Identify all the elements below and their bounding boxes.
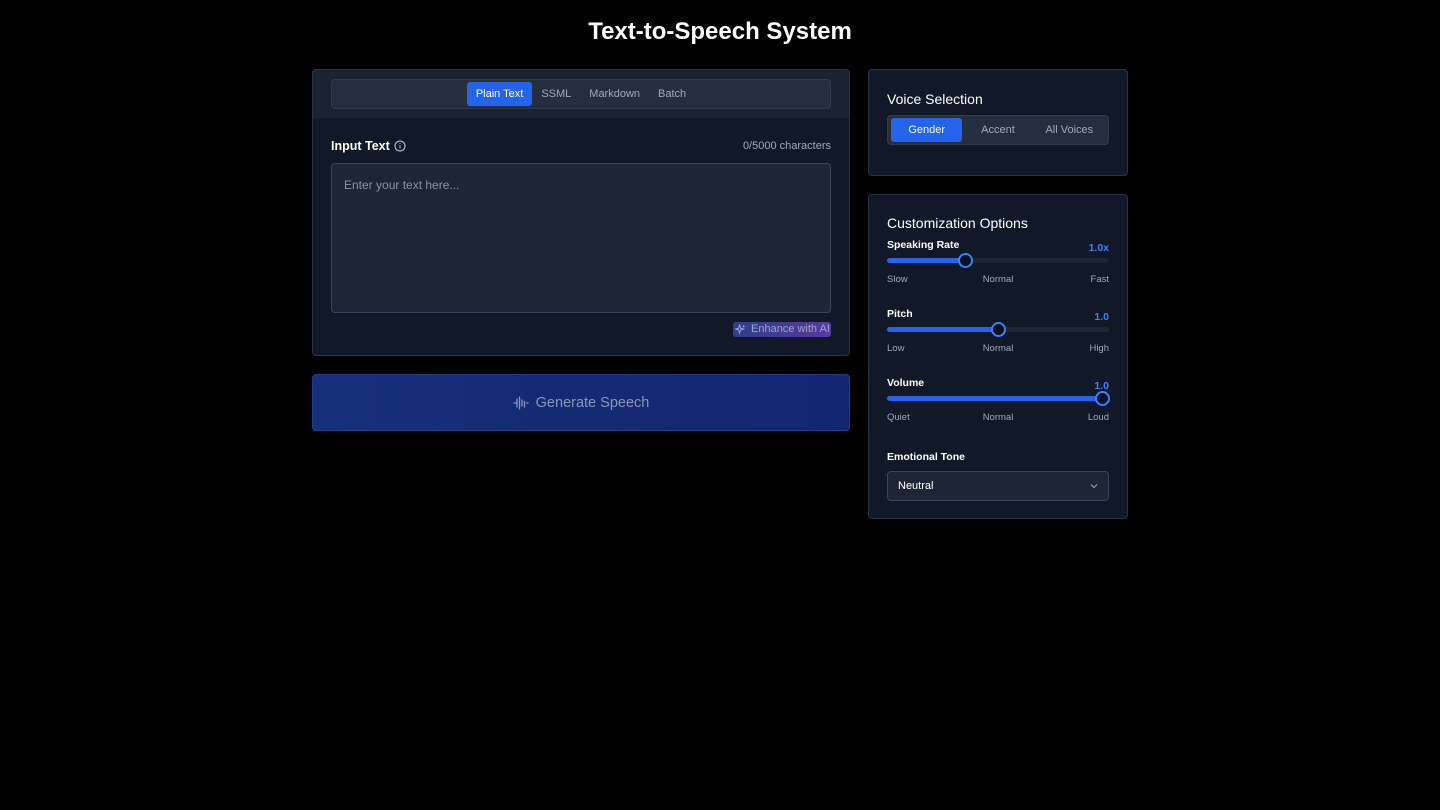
format-tabs: Plain Text SSML Markdown Batch [331, 79, 831, 109]
generate-speech-button[interactable]: Generate Speech [312, 374, 850, 431]
pitch-slider[interactable] [887, 322, 1109, 337]
volume-fill [887, 396, 1103, 401]
volume-thumb[interactable] [1095, 391, 1111, 406]
pitch-label: Pitch [887, 308, 913, 320]
scale-max-label: High [1089, 343, 1109, 354]
format-tabbar-container: Plain Text SSML Markdown Batch [313, 70, 849, 118]
voice-filter-tabs: Gender Accent All Voices [887, 115, 1109, 145]
generate-speech-label: Generate Speech [535, 394, 650, 411]
chevron-down-icon [1090, 484, 1098, 489]
customization-options-card: Customization Options Speaking Rate 1.0x… [868, 194, 1128, 519]
scale-max-label: Fast [1090, 274, 1109, 285]
scale-mid-label: Normal [982, 343, 1014, 354]
emotional-tone-value: Neutral [898, 480, 934, 492]
tab-markdown[interactable]: Markdown [580, 82, 649, 106]
pitch-value: 1.0 [1094, 311, 1109, 323]
scale-mid-label: Normal [982, 412, 1014, 423]
volume-scale: Quiet Normal Loud [887, 412, 1109, 424]
speaking-rate-thumb[interactable] [957, 253, 973, 268]
tab-batch[interactable]: Batch [649, 82, 695, 106]
tab-all-voices[interactable]: All Voices [1034, 118, 1105, 142]
emotional-tone-label: Emotional Tone [887, 451, 965, 463]
emotional-tone-select[interactable]: Neutral [887, 471, 1109, 501]
pitch-fill [887, 327, 998, 332]
pitch-thumb[interactable] [991, 322, 1006, 337]
text-editor-card: Plain Text SSML Markdown Batch Input Tex… [312, 69, 850, 356]
speaking-rate-fill [887, 258, 965, 263]
speaking-rate-value: 1.0x [1088, 242, 1109, 254]
speaking-rate-slider[interactable] [887, 253, 1109, 268]
tab-gender[interactable]: Gender [891, 118, 963, 142]
volume-label: Volume [887, 377, 925, 389]
voice-selection-card: Voice Selection Gender Accent All Voices [868, 69, 1128, 176]
scale-mid-label: Normal [982, 274, 1014, 285]
scale-max-label: Loud [1087, 412, 1109, 423]
tab-ssml[interactable]: SSML [532, 82, 580, 106]
character-count: 0/5000 characters [742, 140, 831, 152]
page-title: Text-to-Speech System [588, 18, 852, 45]
pitch-scale: Low Normal High [887, 343, 1109, 355]
enhance-with-ai-button[interactable]: Enhance with AI [733, 322, 831, 337]
enhance-label: Enhance with AI [751, 323, 830, 335]
volume-slider[interactable] [887, 391, 1111, 406]
speaking-rate-scale: Slow Normal Fast [887, 274, 1109, 286]
customization-options-title: Customization Options [887, 215, 1028, 231]
input-text-label: Input Text [331, 139, 390, 153]
info-icon[interactable] [394, 140, 406, 152]
text-input[interactable] [331, 163, 831, 313]
input-header: Input Text 0/5000 characters [331, 137, 831, 155]
tab-accent[interactable]: Accent [962, 118, 1033, 142]
speaking-rate-label: Speaking Rate [887, 239, 960, 251]
tab-plain-text[interactable]: Plain Text [466, 82, 533, 106]
sparkles-icon [735, 324, 746, 335]
voice-selection-title: Voice Selection [887, 91, 983, 107]
waveform-icon [513, 395, 529, 410]
